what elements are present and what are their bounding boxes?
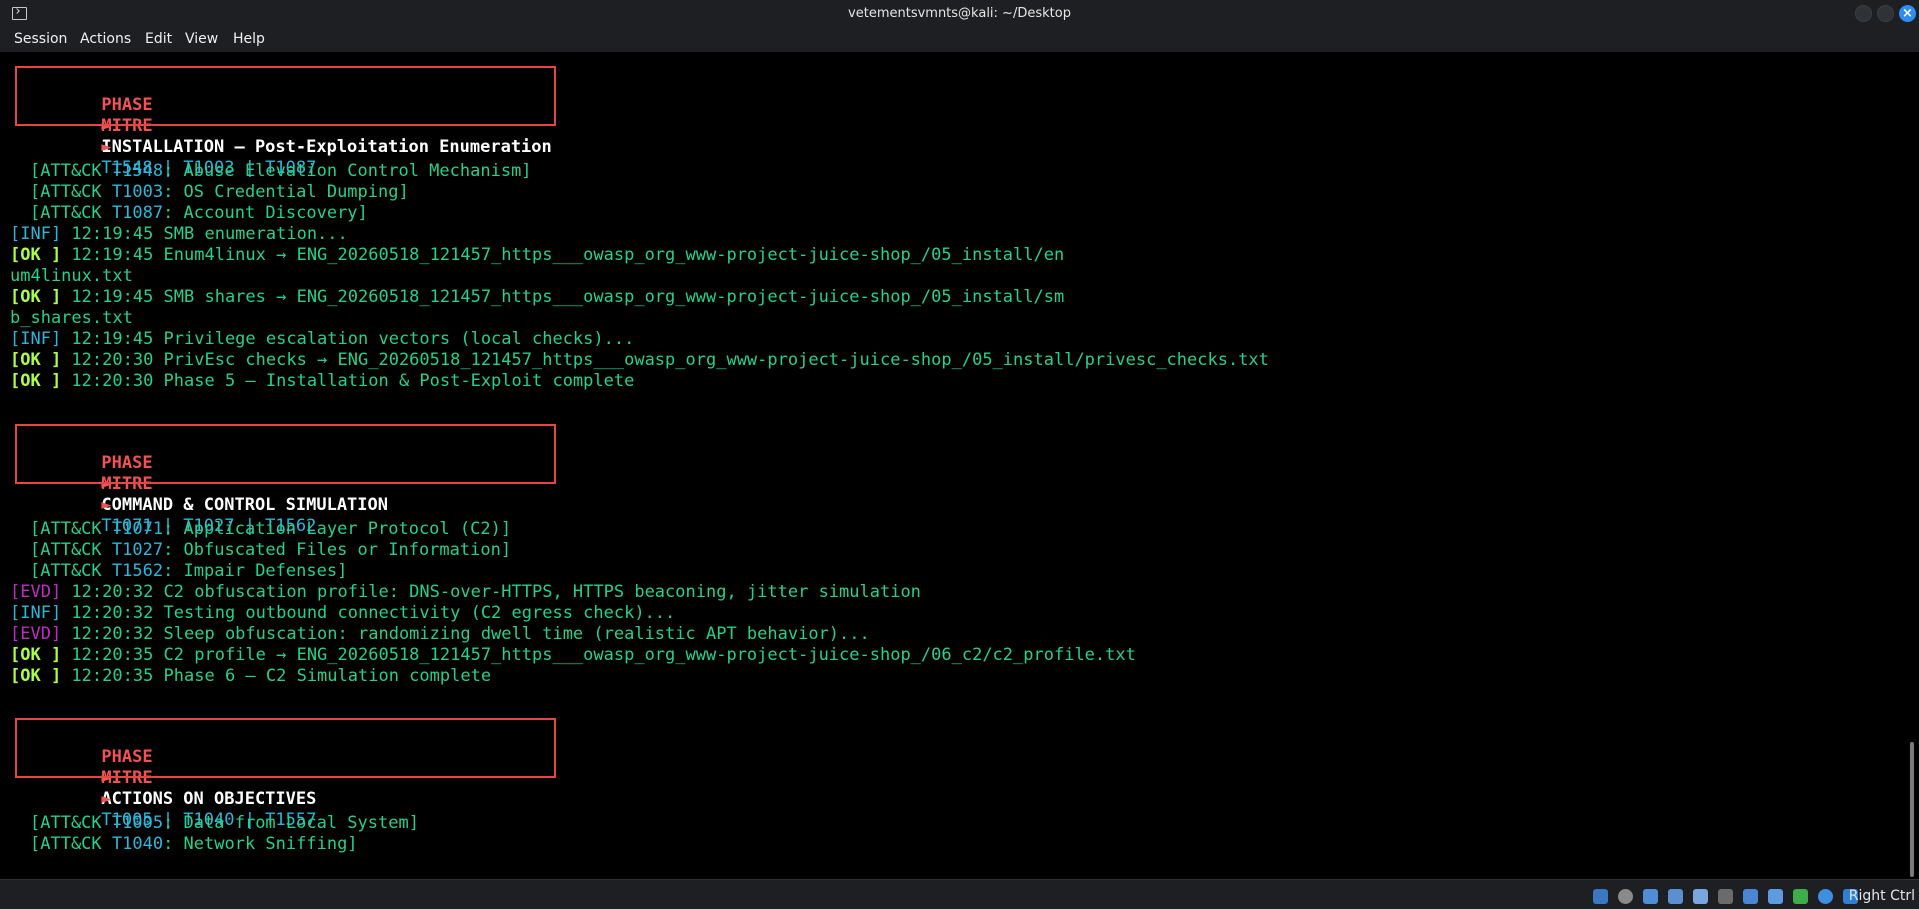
mitre-label: MITRE xyxy=(101,474,153,494)
attack-line: [ATT&CK T1040: Network Sniffing] xyxy=(30,834,358,854)
phase-box-c2: PHASE ► COMMAND & CONTROL SIMULATION MIT… xyxy=(15,424,556,536)
cpu-icon[interactable] xyxy=(1793,889,1808,904)
usb-icon[interactable] xyxy=(1693,889,1708,904)
attack-line: [ATT&CK T1027: Obfuscated Files or Infor… xyxy=(30,540,512,560)
menu-bar: Session Actions Edit View Help xyxy=(0,28,1919,52)
scrollbar-thumb[interactable] xyxy=(1910,742,1914,877)
attack-line: [ATT&CK T1562: Impair Defenses] xyxy=(30,561,348,581)
log-line: um4linux.txt xyxy=(10,266,133,286)
recording-icon[interactable] xyxy=(1768,889,1783,904)
log-line: [OK ] 12:19:45 Enum4linux → ENG_20260518… xyxy=(10,245,1065,265)
minimize-button[interactable] xyxy=(1855,5,1872,22)
log-line: b_shares.txt xyxy=(10,308,133,328)
arrow-icon: ► xyxy=(101,495,112,515)
shared-folders-icon[interactable] xyxy=(1718,889,1733,904)
menu-actions[interactable]: Actions xyxy=(80,31,131,47)
log-line: [INF] 12:19:45 SMB enumeration... xyxy=(10,224,348,244)
log-line: [OK ] 12:19:45 SMB shares → ENG_20260518… xyxy=(10,287,1065,307)
host-key-label: Right Ctrl xyxy=(1848,888,1915,904)
optical-drive-icon[interactable] xyxy=(1618,889,1633,904)
display-icon[interactable] xyxy=(1743,889,1758,904)
arrow-icon: ► xyxy=(101,137,112,157)
log-line: [OK ] 12:20:35 Phase 6 — C2 Simulation c… xyxy=(10,666,492,686)
mitre-label: MITRE xyxy=(101,116,153,136)
menu-session[interactable]: Session xyxy=(14,31,67,47)
scrollbar[interactable] xyxy=(1906,52,1919,879)
vm-status-bar: Right Ctrl xyxy=(0,879,1919,909)
audio-icon[interactable] xyxy=(1643,889,1658,904)
log-line: [OK ] 12:20:35 C2 profile → ENG_20260518… xyxy=(10,645,1136,665)
title-bar: vetementsvmnts@kali: ~/Desktop × xyxy=(0,0,1919,28)
menu-help[interactable]: Help xyxy=(233,31,265,47)
menu-view[interactable]: View xyxy=(185,31,218,47)
attack-line: [ATT&CK T1003: OS Credential Dumping] xyxy=(30,182,409,202)
menu-edit[interactable]: Edit xyxy=(145,31,172,47)
host-network-icon[interactable] xyxy=(1818,889,1833,904)
log-line: [INF] 12:19:45 Privilege escalation vect… xyxy=(10,329,635,349)
hard-disk-icon[interactable] xyxy=(1593,889,1608,904)
maximize-button[interactable] xyxy=(1877,5,1894,22)
mitre-label: MITRE xyxy=(101,768,153,788)
log-line: [EVD] 12:20:32 Sleep obfuscation: random… xyxy=(10,624,870,644)
log-line: [OK ] 12:20:30 Phase 5 — Installation & … xyxy=(10,371,635,391)
terminal-output[interactable]: PHASE ► INSTALLATION — Post-Exploitation… xyxy=(0,52,1906,879)
log-line: [EVD] 12:20:32 C2 obfuscation profile: D… xyxy=(10,582,921,602)
close-button[interactable]: × xyxy=(1899,5,1916,22)
attack-line: [ATT&CK T1087: Account Discovery] xyxy=(30,203,368,223)
phase-box-installation: PHASE ► INSTALLATION — Post-Exploitation… xyxy=(15,66,556,178)
log-line: [OK ] 12:20:30 PrivEsc checks → ENG_2026… xyxy=(10,350,1269,370)
log-line: [INF] 12:20:32 Testing outbound connecti… xyxy=(10,603,676,623)
network-icon[interactable] xyxy=(1668,889,1683,904)
window-title: vetementsvmnts@kali: ~/Desktop xyxy=(848,6,1071,21)
attack-line: [ATT&CK T1548: Abuse Elevation Control M… xyxy=(30,161,532,181)
arrow-icon: ► xyxy=(101,789,112,809)
attack-line: [ATT&CK T1071: Application Layer Protoco… xyxy=(30,519,512,539)
attack-line: [ATT&CK T1005: Data from Local System] xyxy=(30,813,419,833)
phase-box-actions: PHASE ► ACTIONS ON OBJECTIVES MITRE ► T1… xyxy=(15,718,556,830)
